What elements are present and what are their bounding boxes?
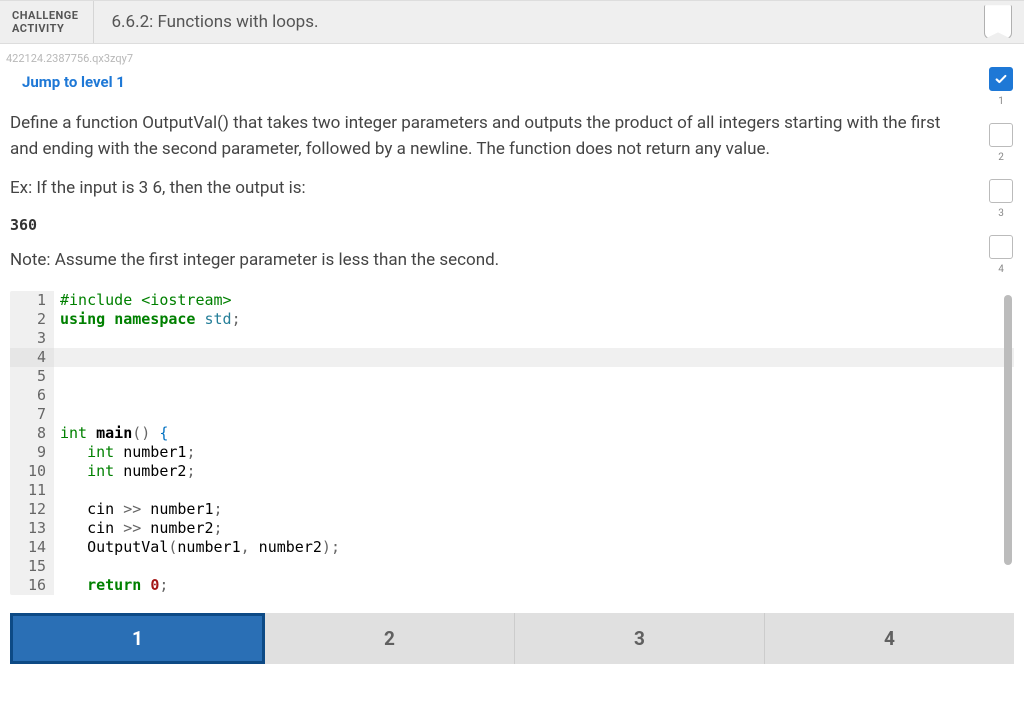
step-tab[interactable]: 1 [10, 613, 265, 664]
bookmark-icon[interactable] [984, 5, 1012, 39]
activity-header: CHALLENGE ACTIVITY 6.6.2: Functions with… [0, 0, 1024, 44]
line-number: 15 [10, 557, 54, 576]
code-line[interactable]: 11 [10, 481, 1014, 500]
code-content[interactable] [54, 348, 1014, 367]
line-number: 4 [10, 348, 54, 367]
activity-title: 6.6.2: Functions with loops. [94, 12, 319, 32]
code-content[interactable]: int number2; [54, 462, 1014, 481]
example-prefix: Ex: If the input is 3 6, then the output… [10, 176, 950, 202]
code-content[interactable] [54, 557, 1014, 576]
line-number: 3 [10, 329, 54, 348]
line-number: 8 [10, 424, 54, 443]
code-content[interactable]: int main() { [54, 424, 1014, 443]
level-number: 4 [998, 264, 1004, 275]
code-line[interactable]: 10 int number2; [10, 462, 1014, 481]
line-number: 10 [10, 462, 54, 481]
activity-header-left: CHALLENGE ACTIVITY 6.6.2: Functions with… [12, 1, 318, 43]
code-content[interactable]: int number1; [54, 443, 1014, 462]
code-line[interactable]: 5 [10, 367, 1014, 386]
level-rail: 1 2 3 4 [984, 67, 1018, 275]
line-number: 1 [10, 291, 54, 310]
step-tab[interactable]: 4 [765, 613, 1014, 664]
code-line[interactable]: 14 OutputVal(number1, number2); [10, 538, 1014, 557]
line-number: 7 [10, 405, 54, 424]
code-line[interactable]: 6 [10, 386, 1014, 405]
line-number: 9 [10, 443, 54, 462]
code-content[interactable]: cin >> number1; [54, 500, 1014, 519]
example-output: 360 [10, 216, 1014, 234]
level-number: 1 [998, 96, 1004, 107]
code-line[interactable]: 8int main() { [10, 424, 1014, 443]
level-box[interactable] [989, 235, 1013, 259]
step-tab[interactable]: 3 [515, 613, 765, 664]
level-box-done[interactable] [989, 67, 1013, 91]
jump-to-level-link[interactable]: Jump to level 1 [22, 73, 125, 91]
code-editor[interactable]: 1#include <iostream>2using namespace std… [10, 291, 1014, 595]
activity-type-line1: CHALLENGE [12, 9, 79, 22]
code-line[interactable]: 3 [10, 329, 1014, 348]
code-content[interactable]: cin >> number2; [54, 519, 1014, 538]
code-scroll[interactable]: 1#include <iostream>2using namespace std… [10, 291, 1014, 595]
problem-note: Note: Assume the first integer parameter… [10, 248, 950, 274]
code-content[interactable]: OutputVal(number1, number2); [54, 538, 1014, 557]
tracking-id: 422124.2387756.qx3zqy7 [6, 52, 1024, 65]
code-content[interactable] [54, 329, 1014, 348]
code-content[interactable]: return 0; [54, 576, 1014, 595]
level-number: 2 [998, 152, 1004, 163]
level-box[interactable] [989, 123, 1013, 147]
line-number: 5 [10, 367, 54, 386]
level-number: 3 [998, 208, 1004, 219]
code-line[interactable]: 1#include <iostream> [10, 291, 1014, 310]
code-content[interactable] [54, 481, 1014, 500]
code-content[interactable] [54, 367, 1014, 386]
code-content[interactable]: #include <iostream> [54, 291, 1014, 310]
line-number: 16 [10, 576, 54, 595]
line-number: 13 [10, 519, 54, 538]
problem-description: Define a function OutputVal() that takes… [10, 111, 950, 162]
content-area: Jump to level 1 1234 Define a function O… [0, 67, 1024, 684]
line-number: 2 [10, 310, 54, 329]
code-line[interactable]: 15 [10, 557, 1014, 576]
code-content[interactable] [54, 386, 1014, 405]
code-line[interactable]: 4 [10, 348, 1014, 367]
code-content[interactable] [54, 405, 1014, 424]
step-tabs: 1234 [10, 613, 1014, 664]
scrollbar-thumb[interactable] [1004, 295, 1012, 565]
code-content[interactable]: using namespace std; [54, 310, 1014, 329]
code-line[interactable]: 13 cin >> number2; [10, 519, 1014, 538]
code-line[interactable]: 12 cin >> number1; [10, 500, 1014, 519]
checkmark-icon [994, 72, 1008, 86]
activity-type-label: CHALLENGE ACTIVITY [12, 1, 94, 43]
code-line[interactable]: 16 return 0; [10, 576, 1014, 595]
step-tab[interactable]: 2 [265, 613, 515, 664]
line-number: 11 [10, 481, 54, 500]
line-number: 12 [10, 500, 54, 519]
activity-type-line2: ACTIVITY [12, 22, 64, 35]
code-line[interactable]: 2using namespace std; [10, 310, 1014, 329]
line-number: 14 [10, 538, 54, 557]
code-line[interactable]: 7 [10, 405, 1014, 424]
code-line[interactable]: 9 int number1; [10, 443, 1014, 462]
line-number: 6 [10, 386, 54, 405]
level-box[interactable] [989, 179, 1013, 203]
